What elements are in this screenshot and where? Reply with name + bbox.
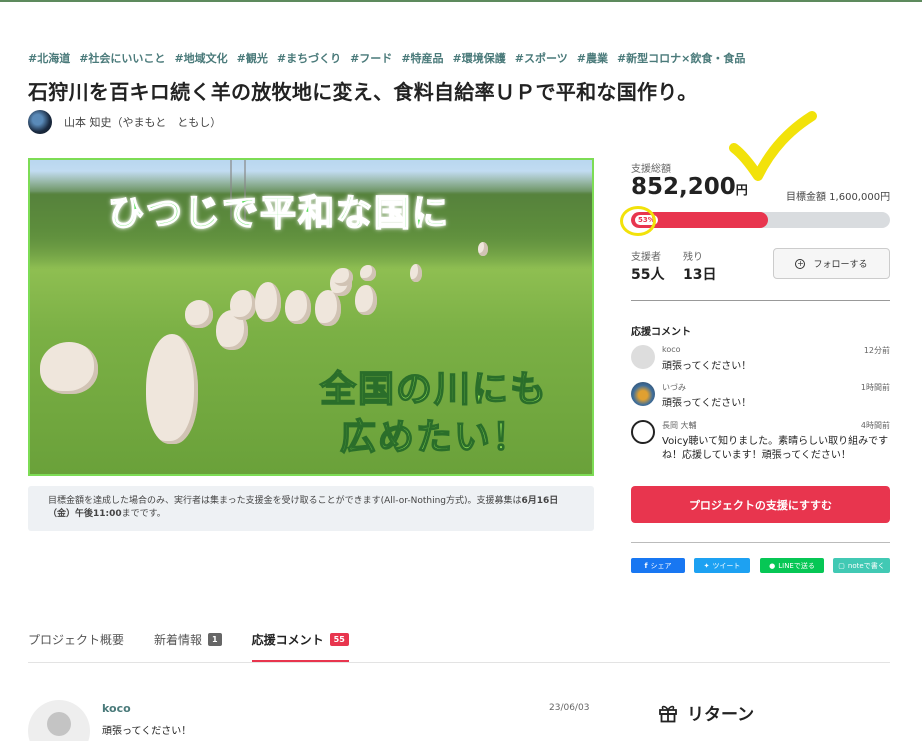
funding-amount-value: 852,200 (631, 174, 736, 200)
tag-link[interactable]: #地域文化 (174, 50, 227, 66)
comment-text: 頑張ってください！ (102, 726, 192, 737)
highlight-circle-annotation (620, 206, 656, 236)
commenter-name[interactable]: 長岡 大輔 (662, 420, 697, 431)
comment-item: いづみ 1時間前 頑張ってください！ (631, 382, 890, 412)
tag-list: #北海道 #社会にいいこと #地域文化 #観光 #まちづくり #フード #特産品… (28, 50, 745, 66)
backers-count: 55人 (631, 267, 665, 283)
comment-time: 4時間前 (860, 421, 890, 430)
comments-count-badge: 55 (329, 632, 349, 646)
total-label: 支援総額 (631, 164, 671, 175)
facebook-label: シェア (650, 561, 672, 570)
sheep (285, 290, 311, 324)
backers-label: 支援者 (631, 252, 661, 263)
note-label: noteで書く (847, 561, 885, 570)
sheep (410, 264, 422, 282)
facebook-icon: f (644, 561, 648, 570)
tag-link[interactable]: #農業 (577, 50, 608, 66)
gift-icon (659, 705, 677, 722)
notice-text: 目標金額を達成した場合のみ、実行者は集まった支援金を受け取ることができます(Al… (48, 496, 522, 506)
sheep (333, 268, 353, 286)
plus-circle-icon: + (795, 258, 806, 269)
remaining-label: 残り (683, 252, 703, 263)
line-icon: ● (769, 561, 776, 570)
project-hero-image: ひつじで平和な国に 全国の川にも 広めたい！ (28, 158, 594, 476)
hero-text-line3: 広めたい！ (339, 416, 531, 459)
comment-body: 頑張ってください！ (662, 361, 752, 372)
tag-link[interactable]: #北海道 (28, 50, 70, 66)
sheep (185, 300, 213, 328)
tag-link[interactable]: #まちづくり (277, 50, 341, 66)
line-label: LINEで送る (778, 561, 815, 570)
commenter-name[interactable]: koco (662, 345, 681, 354)
news-count-badge: 1 (208, 632, 222, 646)
comment-time: 1時間前 (860, 383, 890, 392)
returns-title: リターン (687, 705, 755, 725)
top-border (0, 0, 922, 2)
comment-avatar[interactable] (28, 700, 90, 741)
comment-time: 12分前 (863, 346, 890, 355)
tabs-underline (28, 662, 890, 663)
remaining-days: 13日 (683, 267, 717, 283)
funding-progress-bar: 53% (631, 212, 890, 228)
tab-overview[interactable]: プロジェクト概要 (28, 630, 124, 648)
sheep (355, 285, 377, 315)
tag-link[interactable]: #特産品 (401, 50, 443, 66)
tag-link[interactable]: #社会にいいこと (79, 50, 165, 66)
sheep (40, 342, 98, 394)
sheep (230, 290, 256, 320)
note-share-button[interactable]: ▢ noteで書く (833, 558, 890, 573)
twitter-share-button[interactable]: ✦ ツイート (694, 558, 750, 573)
checkmark-annotation (729, 111, 817, 181)
sheep (255, 282, 281, 322)
tag-link[interactable]: #フード (350, 50, 392, 66)
comment-item: koco 12分前 頑張ってください！ (631, 345, 890, 375)
tag-link[interactable]: #新型コロナ×飲食・食品 (617, 50, 745, 66)
support-project-button[interactable]: プロジェクトの支援にすすむ (631, 486, 890, 523)
tag-link[interactable]: #スポーツ (515, 50, 568, 66)
comment-item: 長岡 大輔 4時間前 Voicy聴いて知りました。素晴らしい取り組みですね！応援… (631, 420, 890, 470)
notice-suffix: までです。 (121, 509, 166, 519)
all-or-nothing-notice: 目標金額を達成した場合のみ、実行者は集まった支援金を受け取ることができます(Al… (28, 486, 594, 531)
follow-button[interactable]: + フォローする (773, 248, 890, 279)
sheep (146, 334, 198, 444)
project-title: 石狩川を百キロ続く羊の放牧地に変え、食料自給率ＵＰで平和な国作り。 (28, 80, 698, 104)
tab-comments[interactable]: 応援コメント 55 (251, 630, 349, 663)
hero-text-line1: ひつじで平和な国に (107, 192, 451, 235)
comment-body: 頑張ってください！ (662, 398, 752, 409)
sheep (360, 265, 376, 281)
commenter-name[interactable]: いづみ (662, 382, 686, 393)
author[interactable]: 山本 知史（やまもと ともし） (28, 110, 221, 134)
tab-label: プロジェクト概要 (28, 632, 125, 647)
author-avatar[interactable] (28, 110, 52, 134)
tag-link[interactable]: #環境保護 (453, 50, 506, 66)
commenter-avatar[interactable] (631, 382, 655, 406)
tab-label: 応援コメント (251, 632, 324, 647)
twitter-icon: ✦ (703, 561, 710, 570)
twitter-label: ツイート (712, 561, 741, 570)
author-name[interactable]: 山本 知史（やまもと ともし） (64, 114, 221, 130)
commenter-avatar[interactable] (631, 345, 655, 369)
tag-link[interactable]: #観光 (237, 50, 268, 66)
comments-panel-title: 応援コメント (631, 327, 691, 338)
sheep (478, 242, 488, 256)
comment-author[interactable]: koco (102, 702, 131, 715)
line-share-button[interactable]: ● LINEで送る (760, 558, 824, 573)
comment-body: Voicy聴いて知りました。素晴らしい取り組みですね！応援しています！頑張ってく… (662, 436, 889, 461)
goal-amount: 目標金額 1,600,000円 (786, 192, 891, 203)
comment-date: 23/06/03 (549, 703, 590, 713)
commenter-avatar[interactable] (631, 420, 655, 444)
hero-text-line2: 全国の川にも (319, 368, 549, 411)
returns-heading: リターン (658, 700, 754, 725)
tab-label: 新着情報 (154, 632, 203, 647)
note-icon: ▢ (838, 561, 845, 570)
tab-news[interactable]: 新着情報 1 (154, 630, 222, 648)
project-tabs: プロジェクト概要 新着情報 1 応援コメント 55 (28, 630, 349, 663)
share-divider (631, 542, 890, 543)
facebook-share-button[interactable]: f シェア (631, 558, 685, 573)
divider (631, 300, 890, 301)
follow-label: フォローする (813, 260, 868, 270)
